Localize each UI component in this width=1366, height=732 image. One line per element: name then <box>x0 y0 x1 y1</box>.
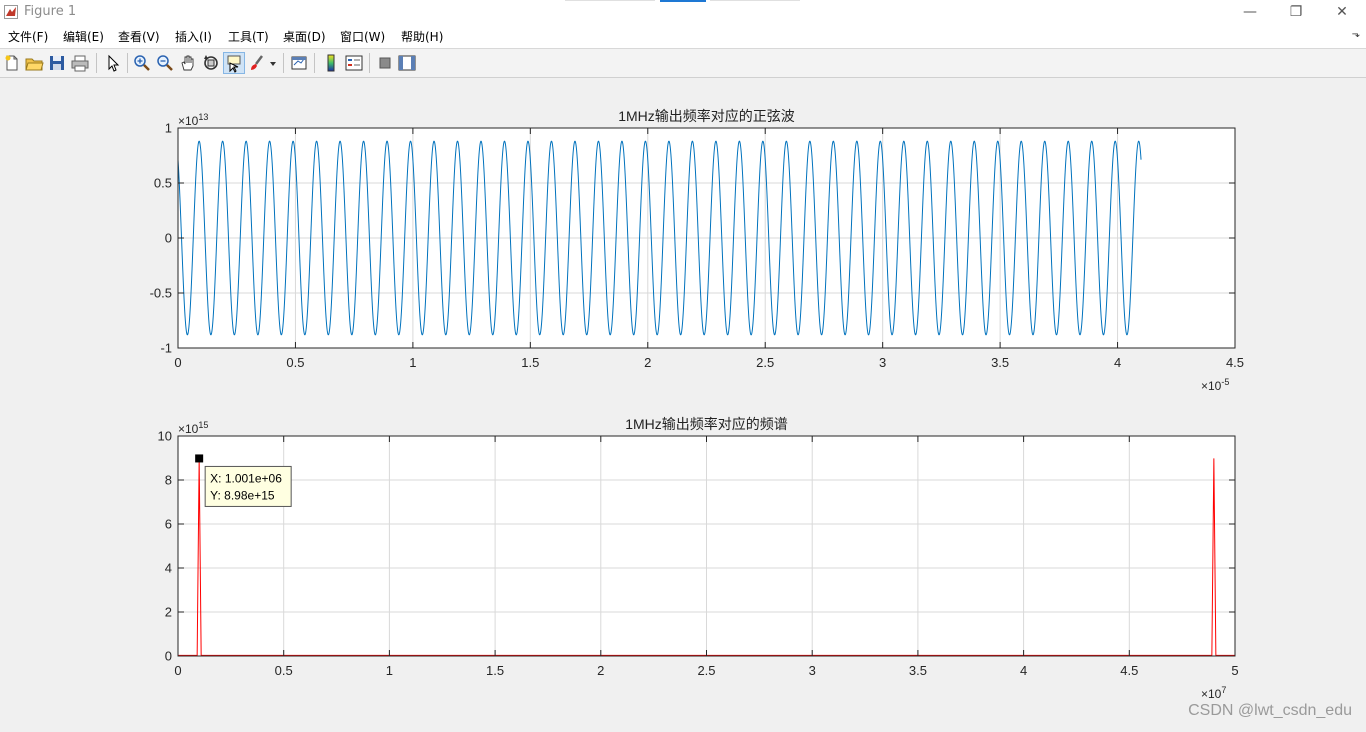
menu-file[interactable]: 文件(F) <box>8 28 48 45</box>
colorbar-icon[interactable] <box>321 53 341 73</box>
window-title: Figure 1 <box>24 4 77 19</box>
data-tip-x: X: 1.001e+06 <box>210 471 282 485</box>
legend-icon[interactable] <box>344 53 364 73</box>
toolbar-separator <box>314 53 315 73</box>
brush-icon[interactable] <box>247 53 267 73</box>
x-tick-label: 0 <box>174 355 181 370</box>
x-tick-label: 1 <box>409 355 416 370</box>
y-tick-label: 0 <box>165 231 172 246</box>
x-tick-label: 4 <box>1020 663 1027 678</box>
subplot-sine[interactable]: 0 0.5 1 1.5 2 2.5 3 3.5 4 4.5 -1 -0.5 0 0.5 1 1MHz输出频率… <box>150 108 1244 393</box>
x-tick-label: 3.5 <box>909 663 927 678</box>
figure-svg: 0 0.5 1 1.5 2 2.5 3 3.5 4 4.5 -1 -0.5 0 0.5 1 1MHz输出频率… <box>150 108 1244 701</box>
x-exponent-label: ×107 <box>1201 685 1226 701</box>
pan-hand-icon[interactable] <box>178 53 198 73</box>
y-exponent-label: ×1013 <box>178 112 208 128</box>
toolbar-separator <box>96 53 97 73</box>
minimize-button[interactable]: — <box>1227 0 1273 24</box>
y-tick-label: 4 <box>165 561 172 576</box>
select-arrow-icon[interactable] <box>103 53 123 73</box>
subplot-spectrum[interactable]: 0 0.5 1 1.5 2 2.5 3 3.5 4 4.5 5 0 2 4 6 8 10 1MHz输出频率对应的… <box>158 416 1239 701</box>
y-tick-label: 1 <box>165 121 172 136</box>
new-figure-icon[interactable] <box>2 53 22 73</box>
y-tick-label: -1 <box>160 341 172 356</box>
zoom-in-icon[interactable] <box>132 53 152 73</box>
toolbar-separator <box>369 53 370 73</box>
chart-title: 1MHz输出频率对应的频谱 <box>625 416 788 432</box>
data-cursor-icon[interactable] <box>223 52 245 74</box>
close-button[interactable]: ✕ <box>1319 0 1365 24</box>
rotate-3d-icon[interactable] <box>201 53 221 73</box>
show-plot-tools-icon[interactable] <box>397 53 417 73</box>
menu-help[interactable]: 帮助(H) <box>401 28 443 45</box>
open-file-icon[interactable] <box>24 53 44 73</box>
y-exponent-label: ×1015 <box>178 420 208 436</box>
x-exponent-label: ×10-5 <box>1201 377 1229 393</box>
zoom-out-icon[interactable] <box>155 53 175 73</box>
y-tick-label: 6 <box>165 517 172 532</box>
menu-desktop[interactable]: 桌面(D) <box>283 28 326 45</box>
menu-edit[interactable]: 编辑(E) <box>63 28 104 45</box>
menu-insert[interactable]: 插入(I) <box>175 28 212 45</box>
chart-title: 1MHz输出频率对应的正弦波 <box>618 108 795 124</box>
toolbar-separator <box>283 53 284 73</box>
figure-canvas: 0 0.5 1 1.5 2 2.5 3 3.5 4 4.5 -1 -0.5 0 0.5 1 1MHz输出频率… <box>0 78 1366 728</box>
link-plot-icon[interactable] <box>289 53 309 73</box>
brush-dropdown-icon[interactable] <box>268 53 278 73</box>
y-tick-label: 0 <box>165 649 172 664</box>
x-tick-label: 3 <box>879 355 886 370</box>
x-tick-label: 0.5 <box>286 355 304 370</box>
x-tick-label: 4.5 <box>1226 355 1244 370</box>
x-tick-label: 2 <box>597 663 604 678</box>
taskbar-preview-divider <box>710 0 800 1</box>
x-tick-label: 1.5 <box>486 663 504 678</box>
x-tick-label: 4.5 <box>1120 663 1138 678</box>
figure-toolbar <box>0 49 1366 78</box>
hide-plot-tools-icon[interactable] <box>375 53 395 73</box>
toolbar-separator <box>127 53 128 73</box>
y-tick-label: 0.5 <box>154 176 172 191</box>
menu-tools[interactable]: 工具(T) <box>228 28 269 45</box>
y-tick-label: 10 <box>158 429 172 444</box>
print-icon[interactable] <box>70 53 90 73</box>
matlab-app-icon <box>4 4 18 19</box>
x-tick-label: 2.5 <box>756 355 774 370</box>
menu-bar: 文件(F) 编辑(E) 查看(V) 插入(I) 工具(T) 桌面(D) 窗口(W… <box>0 24 1366 49</box>
restore-button[interactable]: ❐ <box>1273 0 1319 24</box>
x-tick-label: 0.5 <box>275 663 293 678</box>
y-tick-label: 2 <box>165 605 172 620</box>
menu-overflow-icon[interactable]: ⬎ <box>1352 29 1360 40</box>
x-tick-label: 2 <box>644 355 651 370</box>
y-tick-label: 8 <box>165 473 172 488</box>
data-tip-y: Y: 8.98e+15 <box>210 488 275 502</box>
x-tick-label: 2.5 <box>697 663 715 678</box>
menu-window[interactable]: 窗口(W) <box>340 28 385 45</box>
data-tip-marker[interactable] <box>195 454 204 463</box>
window-title-bar: Figure 1 — ❐ ✕ <box>0 0 1366 24</box>
menu-view[interactable]: 查看(V) <box>118 28 160 45</box>
x-tick-label: 1 <box>386 663 393 678</box>
x-tick-label: 1.5 <box>521 355 539 370</box>
x-tick-label: 5 <box>1231 663 1238 678</box>
x-tick-label: 4 <box>1114 355 1121 370</box>
x-tick-label: 3 <box>809 663 816 678</box>
x-tick-label: 3.5 <box>991 355 1009 370</box>
x-tick-label: 0 <box>174 663 181 678</box>
y-tick-label: -0.5 <box>150 286 172 301</box>
watermark: CSDN @lwt_csdn_edu <box>1188 702 1352 719</box>
taskbar-preview-divider <box>565 0 655 1</box>
taskbar-active-indicator <box>660 0 706 2</box>
save-icon[interactable] <box>47 53 67 73</box>
